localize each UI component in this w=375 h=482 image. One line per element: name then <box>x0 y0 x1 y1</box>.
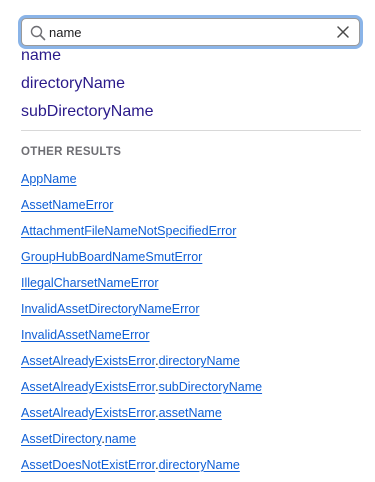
result-link[interactable]: GroupHubBoardNameSmutError <box>21 250 202 264</box>
list-item: InvalidAssetDirectoryNameError <box>21 299 262 325</box>
search-input[interactable] <box>49 19 329 45</box>
list-item: InvalidAssetNameError <box>21 325 262 351</box>
result-link[interactable]: AssetNameError <box>21 198 113 212</box>
list-item: AssetAlreadyExistsError.subDirectoryName <box>21 377 262 403</box>
list-item: AssetAlreadyExistsError.directoryName <box>21 351 262 377</box>
list-item: GroupHubBoardNameSmutError <box>21 247 262 273</box>
list-item: AttachmentFileNameNotSpecifiedError <box>21 221 262 247</box>
list-item: AssetDoesNotExistError.directoryName <box>21 455 262 481</box>
list-item: IllegalCharsetNameError <box>21 273 262 299</box>
result-parent-link[interactable]: AssetDoesNotExistError <box>21 458 155 472</box>
list-item: directoryName <box>21 72 153 100</box>
result-link[interactable]: AttachmentFileNameNotSpecifiedError <box>21 224 236 238</box>
list-item: AssetAlreadyExistsError.assetName <box>21 403 262 429</box>
top-result-link[interactable]: directoryName <box>21 75 125 92</box>
result-parent-link[interactable]: AssetDirectory <box>21 432 101 446</box>
result-link[interactable]: directoryName <box>159 458 240 472</box>
list-item: AssetDirectory.name <box>21 429 262 455</box>
result-link[interactable]: InvalidAssetDirectoryNameError <box>21 302 200 316</box>
search-box[interactable] <box>21 18 360 46</box>
result-parent-link[interactable]: AssetAlreadyExistsError <box>21 406 155 420</box>
result-link[interactable]: AppName <box>21 172 77 186</box>
list-item: subDirectoryName <box>21 100 153 128</box>
result-parent-link[interactable]: AssetAlreadyExistsError <box>21 380 155 394</box>
other-results-list: AppName AssetNameError AttachmentFileNameN… <box>21 169 262 481</box>
divider <box>21 130 361 131</box>
result-link[interactable]: subDirectoryName <box>159 380 263 394</box>
list-item: AppName <box>21 169 262 195</box>
close-icon[interactable] <box>336 25 350 39</box>
result-link[interactable]: InvalidAssetNameError <box>21 328 150 342</box>
result-link[interactable]: name <box>105 432 136 446</box>
result-parent-link[interactable]: AssetAlreadyExistsError <box>21 354 155 368</box>
top-result-link[interactable]: name <box>21 47 61 64</box>
top-result-link[interactable]: subDirectoryName <box>21 103 153 120</box>
result-link[interactable]: assetName <box>159 406 222 420</box>
search-icon <box>30 25 46 41</box>
top-results-list: name directoryName subDirectoryName <box>21 44 153 128</box>
list-item: AssetNameError <box>21 195 262 221</box>
result-link[interactable]: directoryName <box>159 354 240 368</box>
list-item: name <box>21 44 153 72</box>
section-title: OTHER RESULTS <box>21 146 122 158</box>
result-link[interactable]: IllegalCharsetNameError <box>21 276 159 290</box>
